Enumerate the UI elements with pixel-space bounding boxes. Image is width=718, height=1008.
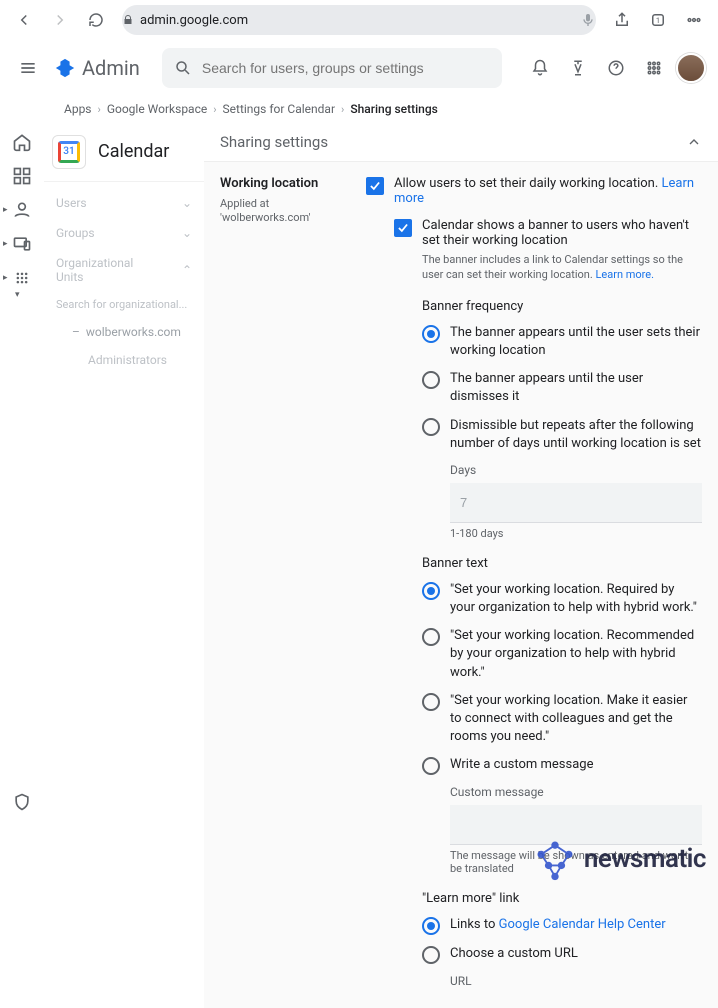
app-name: Calendar bbox=[98, 141, 169, 162]
crumb-current: Sharing settings bbox=[350, 102, 437, 116]
share-button[interactable] bbox=[606, 4, 638, 36]
text-opt2-label: "Set your working location. Recommended … bbox=[450, 627, 702, 682]
admin-logo-icon bbox=[54, 57, 76, 79]
freq-opt3-label: Dismissible but repeats after the follow… bbox=[450, 417, 702, 453]
freq-opt1-radio[interactable] bbox=[422, 325, 440, 343]
rail-devices[interactable]: ▸ bbox=[7, 232, 37, 256]
calendar-app-icon: 31 bbox=[52, 135, 86, 169]
svg-text:1: 1 bbox=[656, 16, 660, 25]
url-text: admin.google.com bbox=[140, 13, 248, 28]
freq-heading: Banner frequency bbox=[422, 299, 702, 314]
address-bar[interactable]: admin.google.com bbox=[122, 5, 596, 35]
rail-directory[interactable]: ▸ bbox=[7, 198, 37, 222]
days-label: Days bbox=[450, 463, 702, 477]
rail-dashboard[interactable] bbox=[7, 164, 37, 188]
section-header[interactable]: Sharing settings bbox=[204, 122, 718, 162]
watermark: newsmatic bbox=[532, 836, 706, 882]
lp-orgunits[interactable]: Organizational Units⌃ bbox=[44, 248, 204, 292]
crumb-calendar[interactable]: Settings for Calendar bbox=[223, 102, 335, 116]
link-opt2-label: Choose a custom URL bbox=[450, 945, 578, 963]
admin-logo[interactable]: Admin bbox=[54, 56, 140, 80]
text-opt3-label: "Set your working location. Make it easi… bbox=[450, 692, 702, 747]
text-heading: Banner text bbox=[422, 556, 702, 571]
apps-button[interactable] bbox=[638, 52, 670, 84]
applied-at: Applied at 'wolberworks.com' bbox=[220, 197, 350, 226]
days-hint: 1-180 days bbox=[450, 527, 702, 540]
text-opt3-radio[interactable] bbox=[422, 693, 440, 711]
tabs-button[interactable]: 1 bbox=[642, 4, 674, 36]
freq-opt3-radio[interactable] bbox=[422, 418, 440, 436]
lp-search[interactable]: Search for organizational... bbox=[44, 292, 204, 317]
crumb-apps[interactable]: Apps bbox=[64, 102, 92, 116]
freq-opt2-label: The banner appears until the user dismis… bbox=[450, 370, 702, 406]
link-opt1-link[interactable]: Google Calendar Help Center bbox=[499, 917, 666, 932]
lp-users[interactable]: Users⌄ bbox=[44, 188, 204, 218]
admin-title: Admin bbox=[82, 56, 140, 80]
global-search[interactable] bbox=[162, 48, 502, 88]
help-button[interactable] bbox=[600, 52, 632, 84]
tasks-button[interactable] bbox=[562, 52, 594, 84]
chevron-up-icon bbox=[686, 134, 702, 150]
rail-home[interactable] bbox=[7, 130, 37, 154]
notifications-button[interactable] bbox=[524, 52, 556, 84]
crumb-workspace[interactable]: Google Workspace bbox=[107, 102, 207, 116]
account-avatar[interactable] bbox=[676, 53, 706, 83]
url-label: URL bbox=[450, 974, 702, 988]
reload-button[interactable] bbox=[80, 4, 112, 36]
days-input[interactable] bbox=[450, 483, 702, 523]
setting-heading: Working location bbox=[220, 176, 350, 191]
search-icon bbox=[174, 59, 192, 77]
back-button[interactable] bbox=[8, 4, 40, 36]
more-button[interactable] bbox=[678, 4, 710, 36]
text-opt1-radio[interactable] bbox=[422, 582, 440, 600]
banner-learn-more[interactable]: Learn more. bbox=[595, 268, 654, 281]
link-opt1-radio[interactable] bbox=[422, 917, 440, 935]
allow-label: Allow users to set their daily working l… bbox=[394, 176, 658, 191]
mic-icon[interactable] bbox=[580, 12, 596, 28]
rail-apps[interactable]: ▸▾ bbox=[7, 266, 37, 290]
banner-label: Calendar shows a banner to users who hav… bbox=[422, 218, 689, 248]
allow-checkbox[interactable] bbox=[366, 177, 384, 195]
menu-button[interactable] bbox=[12, 52, 44, 84]
lp-ou[interactable]: – wolberworks.com bbox=[44, 317, 204, 347]
link-heading: "Learn more" link bbox=[422, 891, 702, 906]
lp-admins[interactable]: Administrators bbox=[44, 347, 204, 373]
banner-checkbox[interactable] bbox=[394, 219, 412, 237]
lp-groups[interactable]: Groups⌄ bbox=[44, 218, 204, 248]
watermark-text: newsmatic bbox=[584, 844, 706, 874]
freq-opt1-label: The banner appears until the user sets t… bbox=[450, 324, 702, 360]
text-opt4-radio[interactable] bbox=[422, 757, 440, 775]
link-opt2-radio[interactable] bbox=[422, 946, 440, 964]
text-opt4-label: Write a custom message bbox=[450, 756, 593, 774]
link-opt1-pre: Links to bbox=[450, 917, 499, 932]
lock-icon bbox=[122, 14, 134, 26]
rail-security[interactable] bbox=[7, 790, 37, 814]
custom-label: Custom message bbox=[450, 785, 702, 799]
text-opt2-radio[interactable] bbox=[422, 628, 440, 646]
freq-opt2-radio[interactable] bbox=[422, 371, 440, 389]
breadcrumb: Apps› Google Workspace› Settings for Cal… bbox=[0, 96, 718, 122]
search-input[interactable] bbox=[202, 60, 490, 76]
text-opt1-label: "Set your working location. Required by … bbox=[450, 581, 702, 617]
forward-button[interactable] bbox=[44, 4, 76, 36]
section-title: Sharing settings bbox=[220, 133, 328, 151]
